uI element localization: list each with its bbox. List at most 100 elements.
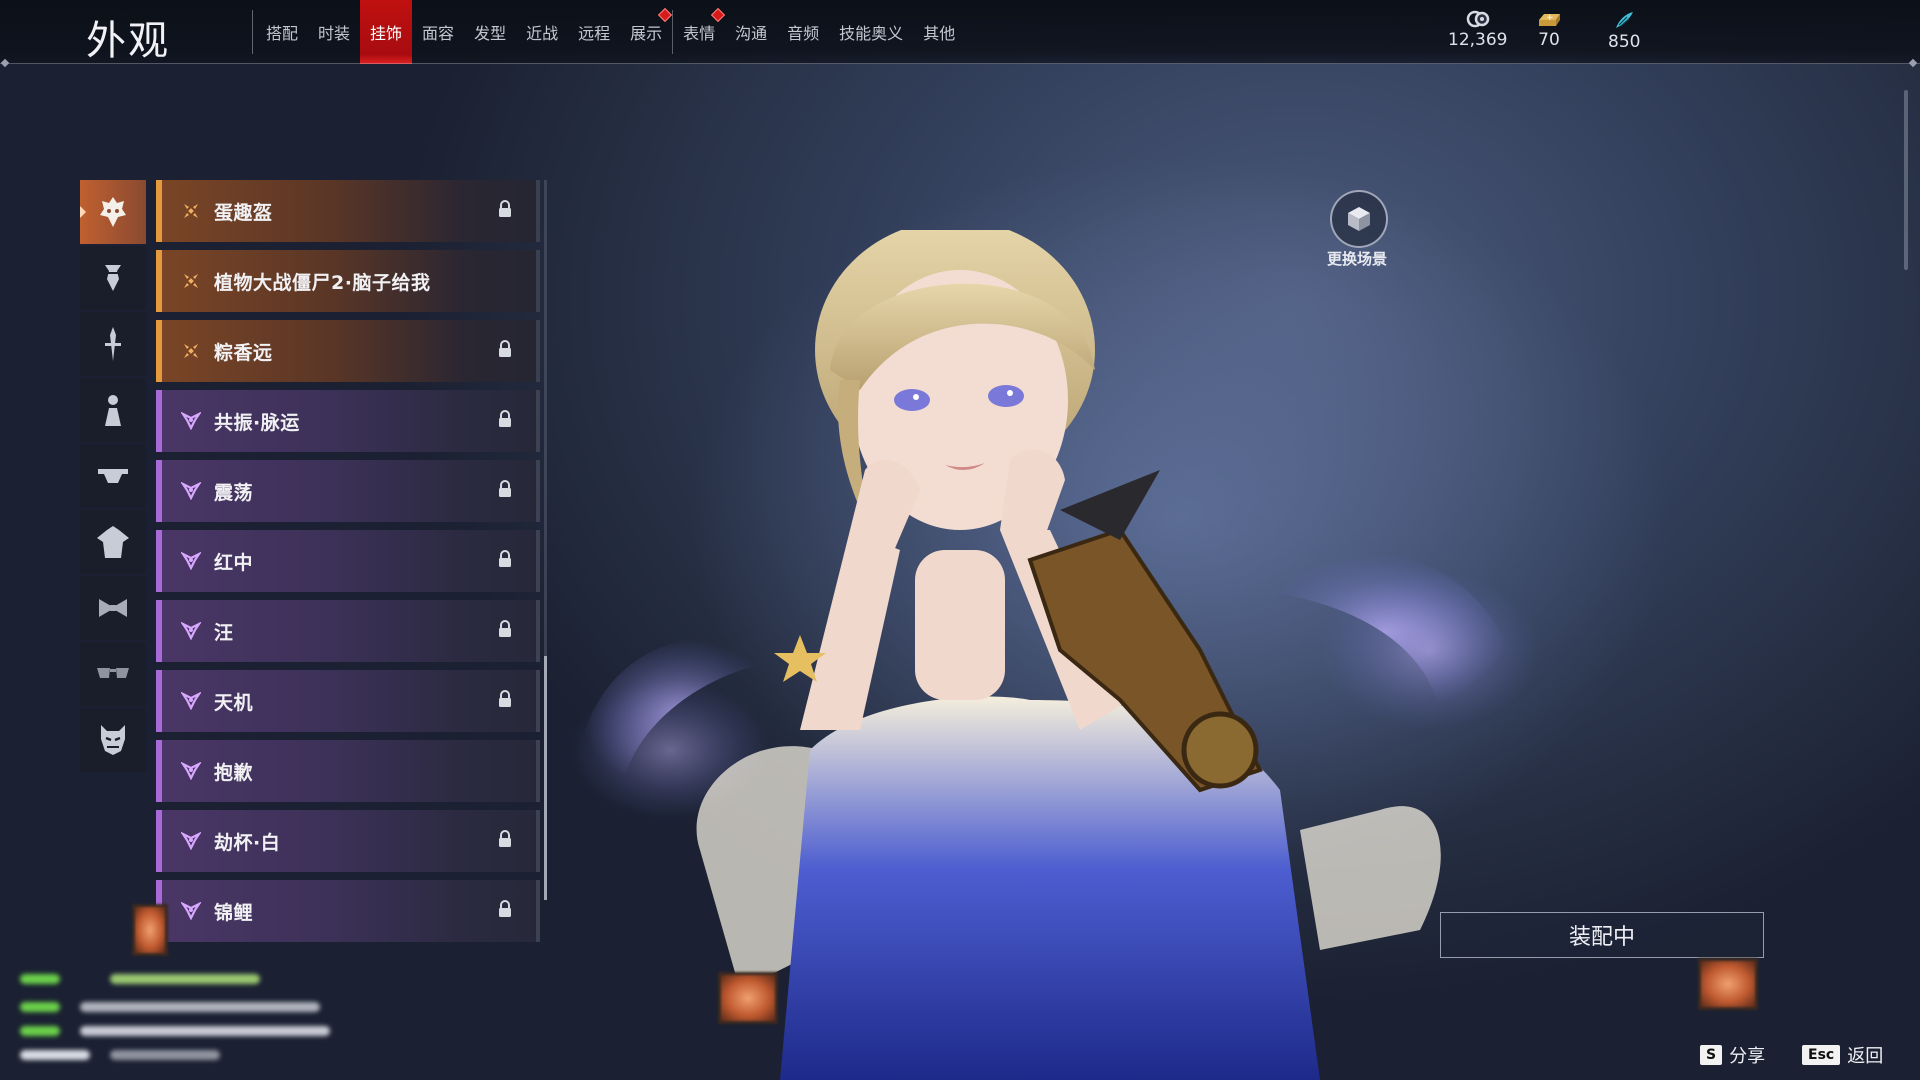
coin-icon bbox=[1466, 10, 1489, 28]
crossed-blades-icon bbox=[180, 340, 202, 362]
list-item[interactable]: 粽香远 bbox=[156, 320, 540, 382]
tab-label: 展示 bbox=[630, 24, 663, 43]
header-divider-line bbox=[0, 63, 1920, 64]
gold-amount: 70 bbox=[1538, 30, 1560, 50]
currency-coin: 12,369 bbox=[1448, 10, 1507, 50]
tab-7[interactable]: 远程 bbox=[568, 0, 620, 64]
tab-8[interactable]: 展示 bbox=[620, 0, 673, 64]
right-eye bbox=[988, 385, 1024, 407]
list-item[interactable]: 震荡 bbox=[156, 460, 540, 522]
item-name: 植物大战僵尸2·脑子给我 bbox=[214, 271, 431, 294]
list-item[interactable]: 红中 bbox=[156, 530, 540, 592]
tab-label: 面容 bbox=[422, 24, 455, 43]
lock-icon bbox=[498, 410, 512, 432]
lantern-decoration bbox=[1698, 958, 1758, 1010]
share-label: 分享 bbox=[1729, 1046, 1766, 1067]
share-key: S bbox=[1700, 1045, 1723, 1065]
right-light-aura bbox=[1320, 570, 1540, 730]
blurred-bar bbox=[80, 1002, 320, 1012]
category-hat[interactable] bbox=[80, 444, 146, 508]
category-sword[interactable] bbox=[80, 312, 146, 376]
list-item[interactable]: 锦鲤 bbox=[156, 880, 540, 942]
right-eye-shine bbox=[1007, 390, 1013, 396]
tab-1[interactable]: 搭配 bbox=[256, 0, 308, 64]
list-item[interactable]: 劫杯·白 bbox=[156, 810, 540, 872]
top-bar: 外观 搭配 时装 挂饰 面容 发型 近战 远程 展示 表情 沟通 音频 技能奥义 其他 12,369 +… bbox=[0, 0, 1920, 64]
list-item[interactable]: 植物大战僵尸2·脑子给我 bbox=[156, 250, 540, 312]
category-figure[interactable] bbox=[80, 378, 146, 442]
blurred-bar bbox=[110, 1050, 220, 1060]
list-item[interactable]: 蛋趣盔 bbox=[156, 180, 540, 242]
tab-label: 远程 bbox=[578, 24, 611, 43]
blurred-bar bbox=[20, 974, 60, 984]
change-scene-button[interactable] bbox=[1330, 190, 1388, 248]
crossbow-wheel bbox=[1181, 711, 1259, 789]
neck bbox=[915, 550, 1005, 700]
side-scrollbar[interactable] bbox=[1904, 90, 1908, 270]
tab-6[interactable]: 近战 bbox=[516, 0, 568, 64]
tab-2[interactable]: 时装 bbox=[308, 0, 360, 64]
triad-icon bbox=[180, 480, 202, 502]
triad-icon bbox=[180, 620, 202, 642]
category-cloak[interactable] bbox=[80, 510, 146, 574]
item-name: 汪 bbox=[214, 621, 234, 644]
blurred-bar bbox=[20, 1050, 90, 1060]
back-hint[interactable]: Esc 返回 bbox=[1802, 1042, 1883, 1068]
lantern-decoration bbox=[718, 972, 778, 1024]
tab-label: 近战 bbox=[526, 24, 559, 43]
item-name: 蛋趣盔 bbox=[214, 201, 273, 224]
triad-icon bbox=[180, 550, 202, 572]
jade-amount: 850 bbox=[1608, 32, 1641, 52]
crossed-blades-icon bbox=[180, 200, 202, 222]
category-bird[interactable] bbox=[80, 246, 146, 310]
triad-icon bbox=[180, 410, 202, 432]
back-key: Esc bbox=[1802, 1045, 1841, 1065]
category-mask[interactable] bbox=[80, 180, 146, 244]
demon-face-icon bbox=[101, 725, 125, 755]
character-preview[interactable] bbox=[560, 230, 1540, 1080]
tab-11[interactable]: 音频 bbox=[777, 0, 829, 64]
sword-hilt-icon bbox=[105, 327, 121, 361]
gold-bar-icon: + bbox=[1539, 13, 1560, 26]
page-title: 外观 bbox=[86, 18, 170, 64]
equip-button[interactable]: 装配中 bbox=[1440, 912, 1764, 958]
category-glasses[interactable] bbox=[80, 642, 146, 706]
tab-4[interactable]: 面容 bbox=[412, 0, 464, 64]
list-item[interactable]: 抱歉 bbox=[156, 740, 540, 802]
list-item[interactable]: 天机 bbox=[156, 670, 540, 732]
item-name: 震荡 bbox=[214, 481, 254, 504]
list-scrollbar-thumb[interactable] bbox=[544, 656, 547, 900]
tab-9[interactable]: 表情 bbox=[673, 0, 726, 64]
tab-10[interactable]: 沟通 bbox=[725, 0, 777, 64]
right-sleeve bbox=[1300, 806, 1441, 950]
blurred-bar bbox=[20, 1002, 60, 1012]
lock-icon bbox=[498, 340, 512, 362]
tab-label: 其他 bbox=[923, 24, 956, 43]
glasses-icon bbox=[97, 668, 129, 678]
list-item[interactable]: 汪 bbox=[156, 600, 540, 662]
item-name: 抱歉 bbox=[214, 761, 254, 784]
cube-icon bbox=[1348, 207, 1370, 231]
tab-label: 表情 bbox=[683, 24, 716, 43]
blurred-bar bbox=[20, 1026, 60, 1036]
currency-jade: 850 bbox=[1608, 10, 1640, 52]
list-item[interactable]: 共振·脉运 bbox=[156, 390, 540, 452]
category-demon[interactable] bbox=[80, 708, 146, 772]
item-name: 锦鲤 bbox=[214, 901, 254, 924]
category-bowtie[interactable] bbox=[80, 576, 146, 640]
tab-label: 时装 bbox=[318, 24, 351, 43]
lock-icon bbox=[498, 200, 512, 222]
left-eye bbox=[894, 389, 930, 411]
tab-5[interactable]: 发型 bbox=[464, 0, 516, 64]
tab-3[interactable]: 挂饰 bbox=[360, 0, 413, 64]
tab-bar: 搭配 时装 挂饰 面容 发型 近战 远程 展示 表情 沟通 音频 技能奥义 其他 bbox=[256, 0, 965, 64]
share-hint[interactable]: S 分享 bbox=[1700, 1042, 1765, 1068]
item-name: 共振·脉运 bbox=[214, 411, 300, 434]
tab-12[interactable]: 技能奥义 bbox=[829, 0, 913, 64]
lock-icon bbox=[498, 620, 512, 642]
figure-icon bbox=[105, 395, 121, 426]
bow-tie-icon bbox=[99, 599, 127, 617]
tab-13[interactable]: 其他 bbox=[913, 0, 965, 64]
crossed-blades-icon bbox=[180, 270, 202, 292]
left-eye-shine bbox=[913, 394, 919, 400]
